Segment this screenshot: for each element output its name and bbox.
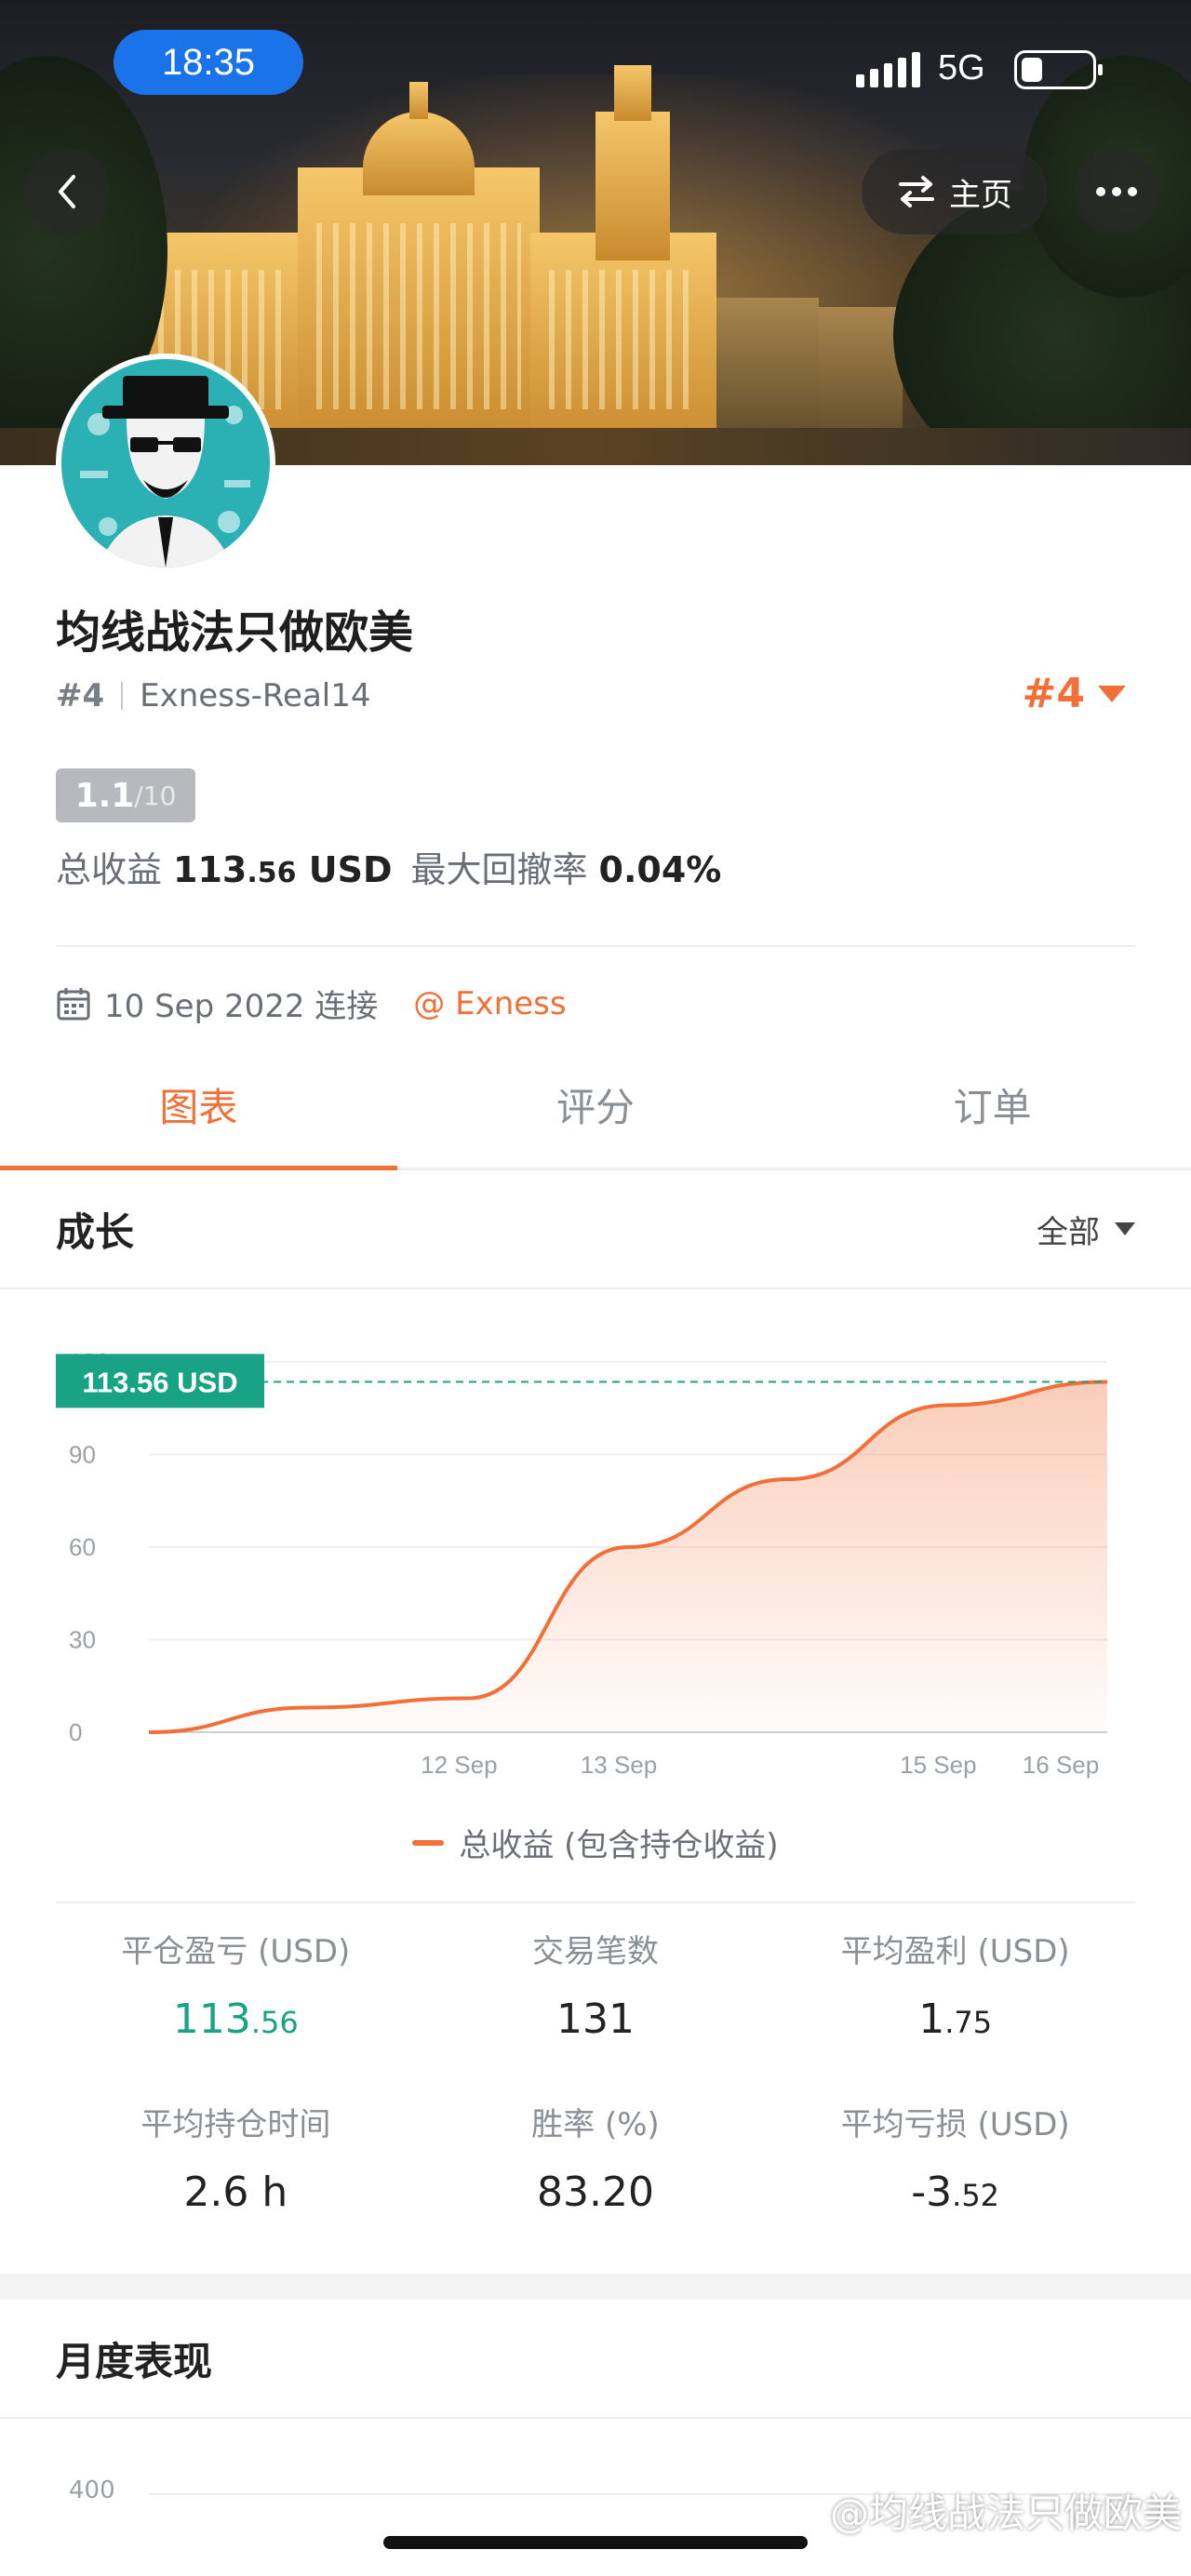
tab-bar: 图表 评分 订单 <box>0 1042 1191 1170</box>
status-time: 18:35 <box>114 30 303 95</box>
max-drawdown-label: 最大回撤率 <box>410 849 588 890</box>
monthly-title: 月度表现 <box>56 2338 213 2384</box>
y-tick-label: 60 <box>69 1533 96 1561</box>
metric-avg-hold-time: 平均持仓时间 2.6 h <box>56 2099 416 2216</box>
metric-value: 2.6 h <box>183 2169 288 2216</box>
chevron-left-icon <box>59 175 75 208</box>
metric-label: 平均盈利 (USD) <box>840 1933 1070 1970</box>
network-type: 5G <box>938 48 985 87</box>
tab-orders[interactable]: 订单 <box>794 1042 1191 1168</box>
profit-summary: 总收益 113.56 USD 最大回撤率 0.04% <box>56 841 721 892</box>
metrics-grid: 平仓盈亏 (USD) 113.56 交易笔数 131 平均盈利 (USD) 1.… <box>56 1926 1135 2216</box>
metric-value: 83.20 <box>537 2169 654 2216</box>
metric-closed-pnl: 平仓盈亏 (USD) 113.56 <box>56 1926 416 2043</box>
total-profit-label: 总收益 <box>56 849 163 890</box>
period-filter[interactable]: 全部 <box>1037 1207 1135 1252</box>
calendar-icon <box>57 987 90 1020</box>
tab-chart[interactable]: 图表 <box>0 1042 397 1170</box>
current-value-label: 113.56 USD <box>82 1366 237 1398</box>
caret-down-icon <box>1098 685 1126 702</box>
period-filter-label: 全部 <box>1037 1213 1100 1251</box>
x-tick-label: 13 Sep <box>581 1751 657 1779</box>
metric-value: 1.75 <box>918 1995 993 2043</box>
max-drawdown-value: 0.04% <box>598 849 722 890</box>
metric-value: -3.52 <box>911 2169 1000 2216</box>
tab-rating[interactable]: 评分 <box>397 1042 795 1168</box>
caret-down-icon <box>1115 1222 1135 1235</box>
more-horizontal-icon <box>1096 187 1137 196</box>
metric-label: 平均持仓时间 <box>141 2106 331 2143</box>
metric-label: 胜率 (%) <box>531 2106 660 2143</box>
back-button[interactable] <box>24 149 110 234</box>
divider <box>56 1902 1135 1903</box>
connect-info: 10 Sep 2022 连接 @ Exness <box>56 981 567 1026</box>
total-profit-value: 113.56 USD <box>173 849 393 890</box>
divider <box>56 945 1135 947</box>
more-button[interactable] <box>1074 149 1159 234</box>
rank-dropdown[interactable]: #4 <box>1023 670 1126 717</box>
x-tick-label: 16 Sep <box>1023 1751 1099 1779</box>
metric-win-rate: 胜率 (%) 83.20 <box>416 2099 776 2216</box>
metric-label: 平均亏损 (USD) <box>840 2106 1070 2143</box>
score-denominator: /10 <box>134 780 177 811</box>
account-name: Exness-Real14 <box>140 677 371 714</box>
x-tick-label: 12 Sep <box>421 1751 497 1779</box>
home-button[interactable]: 主页 <box>862 149 1048 234</box>
swap-arrows-icon <box>899 176 934 207</box>
home-label: 主页 <box>949 176 1012 214</box>
legend-swatch <box>412 1839 445 1846</box>
y-tick-label: 0 <box>69 1718 82 1746</box>
rank-badge: #4 <box>56 677 105 714</box>
growth-title: 成长 <box>56 1208 135 1255</box>
signal-icon <box>856 52 920 87</box>
monthly-y-tick: 400 <box>69 2476 115 2504</box>
monthly-header: 月度表现 <box>0 2300 1191 2419</box>
section-gap <box>0 2274 1191 2300</box>
connected-date: 10 Sep 2022 连接 <box>104 988 379 1025</box>
home-indicator <box>383 2536 808 2549</box>
broker-link[interactable]: @ Exness <box>413 985 566 1022</box>
score-value: 1.1 <box>74 776 135 815</box>
growth-chart: 0306090120113.56 USD12 Sep13 Sep15 Sep16… <box>56 1348 1108 1779</box>
y-tick-label: 90 <box>69 1441 96 1469</box>
y-tick-label: 30 <box>69 1626 96 1654</box>
watermark: @均线战法只做欧美 <box>829 2490 1182 2536</box>
battery-icon <box>1014 50 1103 89</box>
chart-legend: 总收益 (包含持仓收益) <box>0 1820 1191 1865</box>
account-info: #4 Exness-Real14 <box>56 677 370 714</box>
legend-label: 总收益 (包含持仓收益) <box>459 1827 779 1864</box>
growth-header: 成长 全部 <box>0 1170 1191 1289</box>
profile-name: 均线战法只做欧美 <box>56 607 414 659</box>
rank-value: #4 <box>1022 670 1085 717</box>
metric-avg-loss: 平均亏损 (USD) -3.52 <box>775 2099 1135 2216</box>
series-area <box>149 1381 1107 1732</box>
metric-avg-profit: 平均盈利 (USD) 1.75 <box>775 1926 1135 2043</box>
metric-trade-count: 交易笔数 131 <box>416 1926 776 2043</box>
score-badge: 1.1/10 <box>56 768 195 822</box>
metric-value: 131 <box>556 1995 635 2043</box>
x-tick-label: 15 Sep <box>900 1751 976 1779</box>
avatar[interactable] <box>56 354 275 573</box>
metric-label: 交易笔数 <box>531 1933 659 1970</box>
metric-label: 平仓盈亏 (USD) <box>121 1933 351 1970</box>
metric-value: 113.56 <box>172 1995 299 2043</box>
